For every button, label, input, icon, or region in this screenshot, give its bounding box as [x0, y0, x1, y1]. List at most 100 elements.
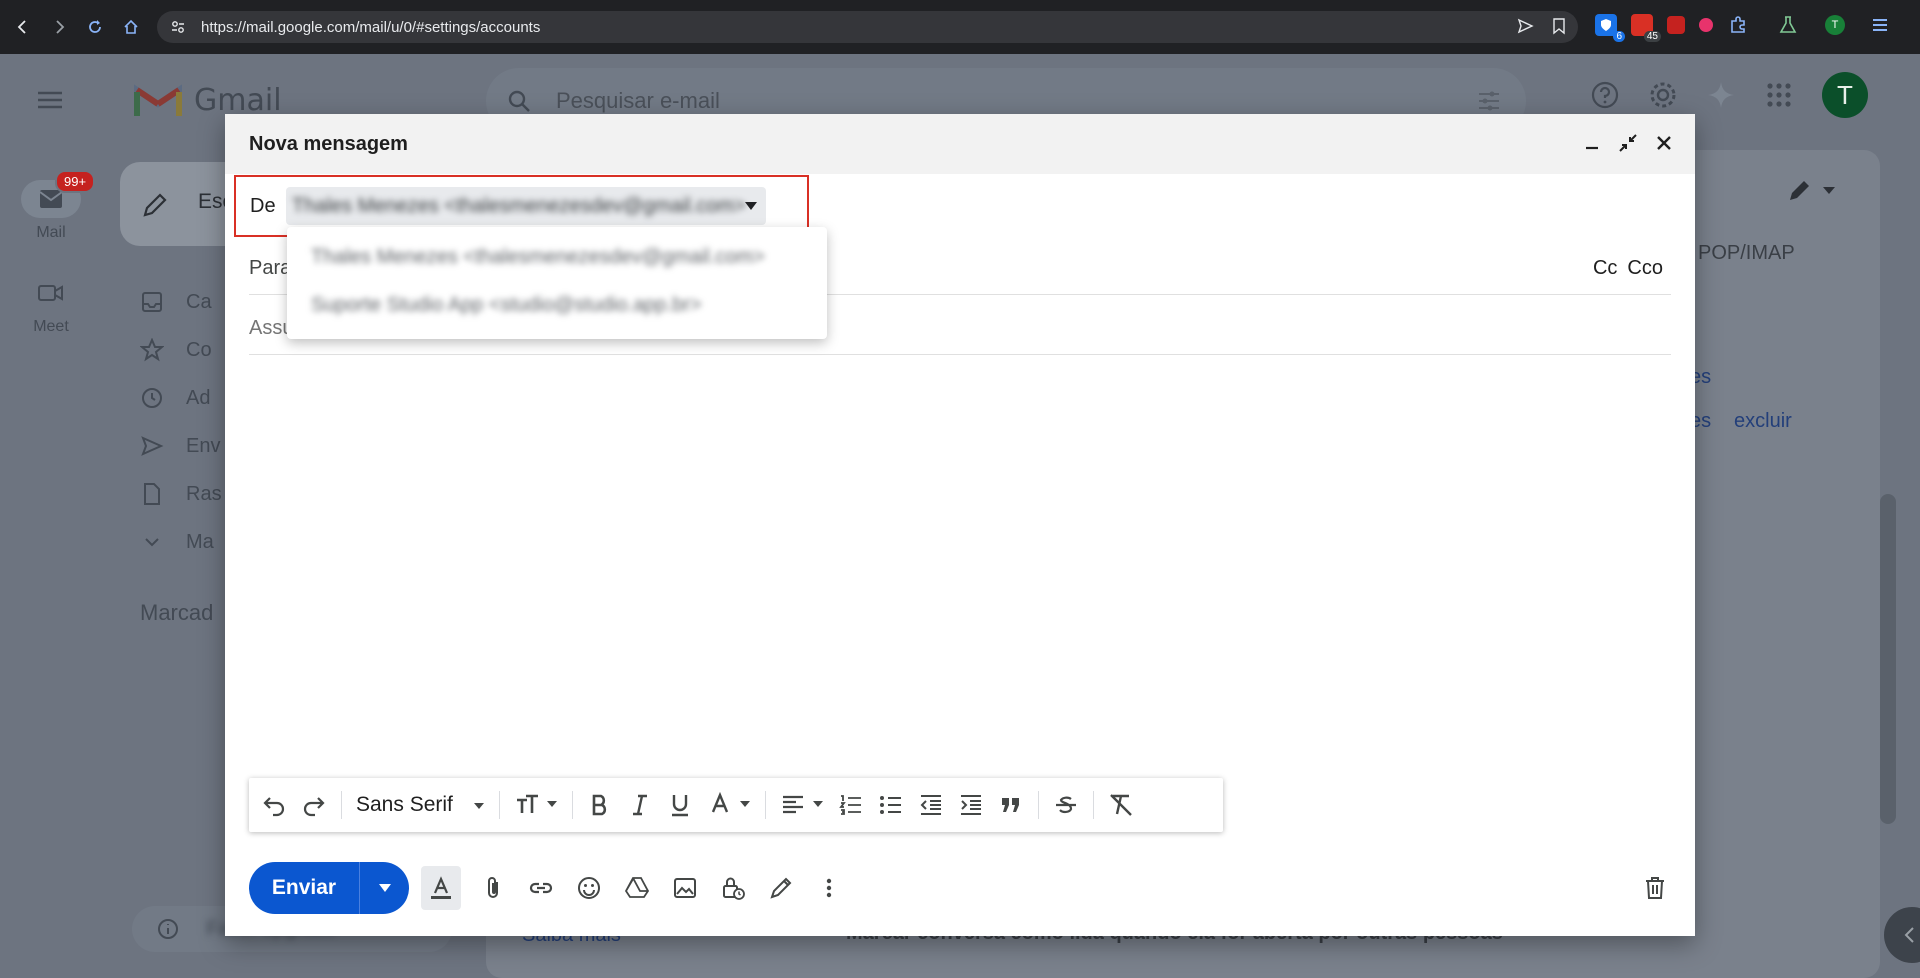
bcc-link[interactable]: Cco — [1627, 257, 1663, 280]
quote-button[interactable] — [998, 787, 1024, 823]
pink-extension-icon[interactable] — [1699, 18, 1713, 32]
edit-caret-icon[interactable] — [1822, 186, 1836, 196]
trash-icon — [1646, 877, 1664, 899]
insert-drive-button[interactable] — [613, 864, 661, 912]
unread-badge: 99+ — [55, 170, 96, 193]
labels-title: Marcad — [140, 600, 214, 625]
cc-link[interactable]: Cc — [1593, 257, 1617, 280]
underline-icon — [671, 795, 688, 817]
strikethrough-button[interactable] — [1053, 787, 1079, 823]
minimize-icon[interactable] — [1581, 132, 1603, 154]
from-select[interactable]: Thales Menezes <thalesmenezesdev@gmail.c… — [286, 187, 766, 225]
shield-extension-icon[interactable]: 6 — [1595, 14, 1625, 42]
address-bar[interactable]: https://mail.google.com/mail/u/0/#settin… — [157, 11, 1578, 43]
from-value: Thales Menezes <thalesmenezesdev@gmail.c… — [292, 195, 746, 217]
italic-button[interactable] — [627, 787, 653, 823]
text-color-button[interactable] — [707, 787, 751, 823]
quote-icon — [1001, 798, 1019, 812]
nav-item-more[interactable]: Ma — [140, 518, 222, 566]
indent-less-icon — [920, 795, 941, 815]
send-tab-icon[interactable] — [1516, 17, 1534, 35]
account-avatar[interactable]: T — [1822, 72, 1868, 118]
puzzle-extension-icon[interactable] — [1727, 14, 1749, 36]
main-menu-icon[interactable] — [36, 86, 64, 114]
send-button[interactable]: Enviar — [249, 862, 359, 914]
bulleted-list-icon — [879, 796, 901, 814]
site-info-icon[interactable] — [169, 18, 187, 36]
confidential-mode-button[interactable] — [709, 864, 757, 912]
side-panel-toggle[interactable] — [1884, 907, 1920, 963]
bulleted-list-button[interactable] — [878, 787, 904, 823]
pop-imap-text: POP/IMAP — [1698, 242, 1795, 264]
nav-item-drafts[interactable]: Ras — [140, 470, 222, 518]
nav-item-starred[interactable]: Co — [140, 326, 222, 374]
back-icon[interactable] — [10, 14, 36, 40]
compose-tools — [421, 864, 853, 912]
rail-meet-label: Meet — [33, 318, 69, 335]
close-icon[interactable] — [1653, 132, 1675, 154]
align-button[interactable] — [780, 787, 824, 823]
nav-item-sent[interactable]: Env — [140, 422, 222, 470]
exit-fullscreen-icon[interactable] — [1617, 132, 1639, 154]
nav-item-snoozed[interactable]: Ad — [140, 374, 222, 422]
scrollbar[interactable] — [1880, 494, 1896, 824]
attach-file-button[interactable] — [469, 864, 517, 912]
to-label: Para — [249, 257, 292, 279]
compose-header[interactable]: Nova mensagem — [225, 114, 1695, 174]
gmail-m-icon — [134, 84, 182, 116]
rail-mail[interactable]: 99+ Mail — [18, 170, 96, 242]
url-text: https://mail.google.com/mail/u/0/#settin… — [201, 18, 541, 36]
formatting-options-button[interactable] — [421, 866, 461, 910]
gemini-sparkle-icon[interactable] — [1706, 80, 1736, 110]
from-option-1[interactable]: Thales Menezes <thalesmenezesdev@gmail.c… — [311, 237, 765, 277]
indent-more-button[interactable] — [958, 787, 984, 823]
underline-button[interactable] — [667, 787, 693, 823]
gmail-logo[interactable]: Gmail — [134, 82, 282, 118]
font-select[interactable]: Sans Serif — [356, 787, 485, 823]
insert-photo-button[interactable] — [661, 864, 709, 912]
bg-link-excluir[interactable]: excluir — [1734, 410, 1792, 433]
insert-signature-button[interactable] — [757, 864, 805, 912]
settings-gear-icon[interactable] — [1648, 80, 1678, 110]
edit-pencil-icon[interactable] — [1786, 176, 1814, 204]
search-icon[interactable] — [506, 88, 532, 114]
apps-grid-icon[interactable] — [1764, 80, 1794, 110]
more-options-button[interactable] — [805, 864, 853, 912]
remove-formatting-button[interactable] — [1108, 787, 1134, 823]
undo-button[interactable] — [261, 787, 287, 823]
forward-icon[interactable] — [46, 14, 72, 40]
help-icon[interactable] — [1590, 80, 1620, 110]
mail-icon — [39, 190, 63, 208]
search-options-icon[interactable] — [1476, 88, 1502, 114]
insert-emoji-button[interactable] — [565, 864, 613, 912]
bookmark-icon[interactable] — [1550, 17, 1568, 35]
text-color-icon — [711, 792, 729, 813]
bold-button[interactable] — [587, 787, 613, 823]
redo-button[interactable] — [301, 787, 327, 823]
browser-toolbar: https://mail.google.com/mail/u/0/#settin… — [0, 0, 1920, 54]
text-size-icon — [516, 794, 538, 813]
insert-link-button[interactable] — [517, 864, 565, 912]
calendar-extension-icon[interactable]: 45 — [1631, 14, 1661, 42]
chevron-down-icon — [145, 538, 159, 547]
browser-menu-icon[interactable] — [1869, 14, 1891, 36]
font-name: Sans Serif — [356, 793, 453, 816]
browser-profile-avatar[interactable]: T — [1825, 15, 1845, 35]
indent-less-button[interactable] — [918, 787, 944, 823]
star-icon — [140, 338, 164, 362]
red-extension-icon[interactable] — [1667, 16, 1685, 34]
strikethrough-icon — [1055, 796, 1076, 814]
numbered-list-icon — [839, 795, 861, 815]
home-icon[interactable] — [118, 14, 144, 40]
discard-draft-button[interactable] — [1635, 868, 1675, 908]
bold-icon — [592, 794, 606, 816]
rail-meet[interactable]: Meet — [18, 274, 84, 336]
from-option-2[interactable]: Suporte Studio App <studio@studio.app.br… — [311, 285, 702, 325]
schedule-send-button[interactable] — [359, 862, 409, 914]
nav-item-inbox[interactable]: Ca — [140, 278, 222, 326]
text-size-button[interactable] — [514, 787, 558, 823]
indent-more-icon — [960, 795, 981, 815]
reload-icon[interactable] — [82, 14, 108, 40]
numbered-list-button[interactable] — [838, 787, 864, 823]
flask-extension-icon[interactable] — [1777, 14, 1799, 36]
